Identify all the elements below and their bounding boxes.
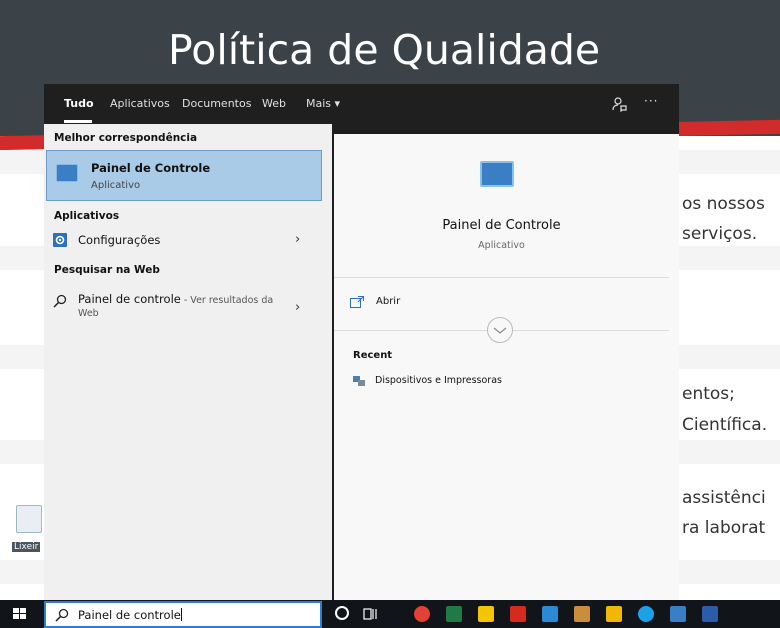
tab-web[interactable]: Web bbox=[262, 97, 286, 110]
search-tabs: Tudo Aplicativos Documentos Web Mais ▾ ·… bbox=[44, 84, 679, 124]
control-panel-icon bbox=[480, 161, 514, 187]
tab-tudo[interactable]: Tudo bbox=[64, 97, 94, 110]
active-tab-indicator bbox=[64, 120, 92, 123]
open-action[interactable]: Abrir bbox=[350, 294, 650, 314]
task-view-icon[interactable] bbox=[362, 606, 378, 622]
chevron-down-icon bbox=[493, 327, 507, 334]
recycle-bin-label: Lixeir bbox=[12, 542, 41, 552]
results-list: Melhor correspondência Painel de Control… bbox=[44, 124, 332, 628]
web-search-suffix: - Ver resultados da bbox=[180, 295, 274, 306]
web-search-result[interactable]: Painel de controle - Ver resultados da W… bbox=[44, 292, 332, 332]
best-match-header: Melhor correspondência bbox=[54, 132, 198, 144]
slide-text-line: ra laborat bbox=[682, 518, 766, 538]
sticky-notes-icon[interactable] bbox=[478, 606, 494, 622]
search-icon bbox=[55, 608, 69, 622]
app-result-label: Configurações bbox=[78, 233, 161, 247]
open-label: Abrir bbox=[376, 296, 401, 307]
preview-title: Painel de Controle bbox=[442, 218, 561, 233]
tab-mais[interactable]: Mais ▾ bbox=[306, 97, 340, 110]
divider bbox=[334, 277, 669, 278]
web-search-header: Pesquisar na Web bbox=[54, 264, 160, 276]
excel-icon[interactable] bbox=[446, 606, 462, 622]
more-options-icon[interactable]: ··· bbox=[644, 94, 658, 108]
web-search-query: Painel de controle bbox=[78, 292, 181, 306]
recycle-bin-icon[interactable] bbox=[16, 505, 42, 533]
expand-button[interactable] bbox=[487, 317, 513, 343]
slide-text-line: serviços. bbox=[682, 224, 758, 244]
slide-text-line: entos; bbox=[682, 384, 735, 404]
slide-text-line: Científica. bbox=[682, 415, 768, 435]
text-caret bbox=[180, 608, 182, 621]
tab-documentos[interactable]: Documentos bbox=[182, 97, 251, 110]
preview-pane: Painel de Controle Aplicativo Abrir Rece… bbox=[334, 134, 679, 628]
slide-title: Política de Qualidade bbox=[168, 26, 601, 74]
recent-item[interactable]: Dispositivos e Impressoras bbox=[353, 374, 653, 392]
chrome-icon[interactable] bbox=[414, 606, 430, 622]
web-search-suffix-2: Web bbox=[78, 308, 99, 319]
web-search-text: Painel de controle - Ver resultados da bbox=[78, 292, 273, 306]
taskbar-search-input[interactable]: Painel de controle bbox=[44, 601, 322, 628]
taskbar: Painel de controle bbox=[0, 600, 780, 628]
chevron-right-icon[interactable]: › bbox=[295, 300, 300, 315]
tab-aplicativos[interactable]: Aplicativos bbox=[110, 97, 170, 110]
best-match-subtitle: Aplicativo bbox=[91, 180, 141, 191]
app-blue-icon[interactable] bbox=[542, 606, 558, 622]
slide-text-line: os nossos bbox=[682, 194, 765, 214]
control-panel-icon[interactable] bbox=[670, 606, 686, 622]
acrobat-icon[interactable] bbox=[510, 606, 526, 622]
recent-item-label: Dispositivos e Impressoras bbox=[375, 375, 502, 386]
recent-header: Recent bbox=[353, 350, 393, 361]
slide-text-line: assistênci bbox=[682, 488, 766, 508]
search-icon bbox=[53, 294, 67, 308]
start-search-panel: Tudo Aplicativos Documentos Web Mais ▾ ·… bbox=[44, 84, 679, 628]
windows-start-icon[interactable] bbox=[0, 600, 40, 628]
feedback-icon[interactable] bbox=[611, 96, 627, 112]
app-result-configuracoes[interactable]: Configurações › bbox=[44, 229, 332, 253]
best-match-result[interactable]: Painel de Controle Aplicativo bbox=[46, 150, 322, 201]
devices-printers-icon bbox=[353, 376, 365, 386]
skype-icon[interactable] bbox=[638, 606, 654, 622]
file-explorer-icon[interactable] bbox=[606, 606, 622, 622]
paint-icon[interactable] bbox=[574, 606, 590, 622]
preview-subtitle: Aplicativo bbox=[478, 240, 525, 251]
word-icon[interactable] bbox=[702, 606, 718, 622]
cortana-icon[interactable] bbox=[335, 606, 349, 620]
best-match-title: Painel de Controle bbox=[91, 161, 211, 175]
search-input-value: Painel de controle bbox=[78, 608, 182, 622]
apps-header: Aplicativos bbox=[54, 210, 120, 222]
open-icon bbox=[350, 296, 364, 308]
chevron-right-icon[interactable]: › bbox=[295, 232, 300, 247]
settings-gear-icon bbox=[53, 233, 67, 247]
control-panel-icon bbox=[56, 164, 78, 182]
search-query-text: Painel de controle bbox=[78, 608, 181, 622]
